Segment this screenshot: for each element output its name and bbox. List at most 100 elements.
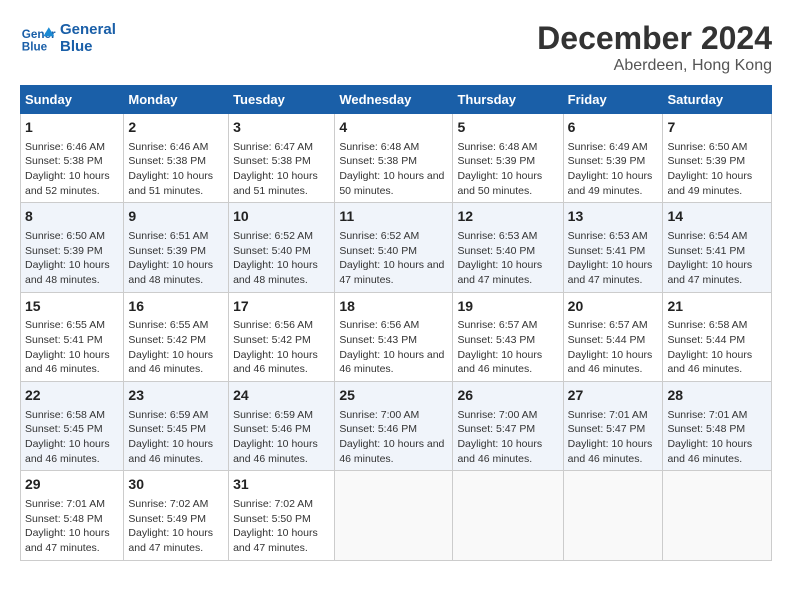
table-row: 29Sunrise: 7:01 AMSunset: 5:48 PMDayligh… [21,471,124,560]
day-info: Sunrise: 6:50 AMSunset: 5:39 PMDaylight:… [667,140,767,199]
day-number: 11 [339,207,448,227]
table-row: 28Sunrise: 7:01 AMSunset: 5:48 PMDayligh… [663,382,772,471]
table-row: 18Sunrise: 6:56 AMSunset: 5:43 PMDayligh… [335,292,453,381]
day-number: 14 [667,207,767,227]
page-subtitle: Aberdeen, Hong Kong [537,57,772,75]
table-row: 6Sunrise: 6:49 AMSunset: 5:39 PMDaylight… [563,114,663,203]
day-number: 4 [339,118,448,138]
day-info: Sunrise: 7:01 AMSunset: 5:48 PMDaylight:… [25,497,119,556]
header-row: Sunday Monday Tuesday Wednesday Thursday… [21,86,772,114]
table-row: 24Sunrise: 6:59 AMSunset: 5:46 PMDayligh… [229,382,335,471]
title-section: December 2024 Aberdeen, Hong Kong [537,20,772,75]
table-row: 15Sunrise: 6:55 AMSunset: 5:41 PMDayligh… [21,292,124,381]
calendar-week-row: 8Sunrise: 6:50 AMSunset: 5:39 PMDaylight… [21,203,772,292]
day-info: Sunrise: 6:57 AMSunset: 5:43 PMDaylight:… [457,318,558,377]
table-row: 25Sunrise: 7:00 AMSunset: 5:46 PMDayligh… [335,382,453,471]
day-info: Sunrise: 7:02 AMSunset: 5:49 PMDaylight:… [128,497,224,556]
day-info: Sunrise: 6:49 AMSunset: 5:39 PMDaylight:… [568,140,659,199]
day-info: Sunrise: 7:01 AMSunset: 5:48 PMDaylight:… [667,408,767,467]
day-info: Sunrise: 6:57 AMSunset: 5:44 PMDaylight:… [568,318,659,377]
table-row: 11Sunrise: 6:52 AMSunset: 5:40 PMDayligh… [335,203,453,292]
table-row: 12Sunrise: 6:53 AMSunset: 5:40 PMDayligh… [453,203,563,292]
table-row: 30Sunrise: 7:02 AMSunset: 5:49 PMDayligh… [124,471,229,560]
table-row: 4Sunrise: 6:48 AMSunset: 5:38 PMDaylight… [335,114,453,203]
day-number: 19 [457,297,558,317]
empty-cell [663,471,772,560]
day-info: Sunrise: 6:59 AMSunset: 5:45 PMDaylight:… [128,408,224,467]
day-number: 23 [128,386,224,406]
col-thursday: Thursday [453,86,563,114]
table-row: 5Sunrise: 6:48 AMSunset: 5:39 PMDaylight… [453,114,563,203]
calendar-week-row: 22Sunrise: 6:58 AMSunset: 5:45 PMDayligh… [21,382,772,471]
day-number: 12 [457,207,558,227]
day-info: Sunrise: 6:52 AMSunset: 5:40 PMDaylight:… [339,229,448,288]
day-number: 21 [667,297,767,317]
page-header: General Blue GeneralBlue December 2024 A… [20,20,772,75]
table-row: 19Sunrise: 6:57 AMSunset: 5:43 PMDayligh… [453,292,563,381]
day-number: 9 [128,207,224,227]
day-info: Sunrise: 6:53 AMSunset: 5:40 PMDaylight:… [457,229,558,288]
table-row: 13Sunrise: 6:53 AMSunset: 5:41 PMDayligh… [563,203,663,292]
col-sunday: Sunday [21,86,124,114]
day-info: Sunrise: 6:59 AMSunset: 5:46 PMDaylight:… [233,408,330,467]
empty-cell [563,471,663,560]
page-title: December 2024 [537,20,772,57]
day-number: 16 [128,297,224,317]
day-info: Sunrise: 6:54 AMSunset: 5:41 PMDaylight:… [667,229,767,288]
day-number: 27 [568,386,659,406]
col-saturday: Saturday [663,86,772,114]
table-row: 8Sunrise: 6:50 AMSunset: 5:39 PMDaylight… [21,203,124,292]
day-number: 30 [128,475,224,495]
day-number: 25 [339,386,448,406]
table-row: 31Sunrise: 7:02 AMSunset: 5:50 PMDayligh… [229,471,335,560]
day-info: Sunrise: 6:48 AMSunset: 5:39 PMDaylight:… [457,140,558,199]
table-row: 23Sunrise: 6:59 AMSunset: 5:45 PMDayligh… [124,382,229,471]
col-tuesday: Tuesday [229,86,335,114]
svg-text:Blue: Blue [22,41,48,54]
day-info: Sunrise: 6:48 AMSunset: 5:38 PMDaylight:… [339,140,448,199]
table-row: 17Sunrise: 6:56 AMSunset: 5:42 PMDayligh… [229,292,335,381]
day-number: 3 [233,118,330,138]
day-info: Sunrise: 6:53 AMSunset: 5:41 PMDaylight:… [568,229,659,288]
col-monday: Monday [124,86,229,114]
day-number: 13 [568,207,659,227]
day-number: 15 [25,297,119,317]
col-friday: Friday [563,86,663,114]
day-number: 1 [25,118,119,138]
day-number: 22 [25,386,119,406]
day-number: 5 [457,118,558,138]
calendar-table: Sunday Monday Tuesday Wednesday Thursday… [20,85,772,561]
table-row: 27Sunrise: 7:01 AMSunset: 5:47 PMDayligh… [563,382,663,471]
day-number: 10 [233,207,330,227]
day-info: Sunrise: 6:56 AMSunset: 5:42 PMDaylight:… [233,318,330,377]
day-info: Sunrise: 7:00 AMSunset: 5:47 PMDaylight:… [457,408,558,467]
table-row: 9Sunrise: 6:51 AMSunset: 5:39 PMDaylight… [124,203,229,292]
day-info: Sunrise: 6:46 AMSunset: 5:38 PMDaylight:… [128,140,224,199]
day-number: 2 [128,118,224,138]
empty-cell [453,471,563,560]
day-number: 7 [667,118,767,138]
day-number: 8 [25,207,119,227]
calendar-week-row: 15Sunrise: 6:55 AMSunset: 5:41 PMDayligh… [21,292,772,381]
logo: General Blue GeneralBlue [20,20,116,56]
table-row: 14Sunrise: 6:54 AMSunset: 5:41 PMDayligh… [663,203,772,292]
table-row: 21Sunrise: 6:58 AMSunset: 5:44 PMDayligh… [663,292,772,381]
day-info: Sunrise: 6:55 AMSunset: 5:41 PMDaylight:… [25,318,119,377]
day-number: 26 [457,386,558,406]
day-info: Sunrise: 7:02 AMSunset: 5:50 PMDaylight:… [233,497,330,556]
day-info: Sunrise: 6:47 AMSunset: 5:38 PMDaylight:… [233,140,330,199]
day-info: Sunrise: 7:01 AMSunset: 5:47 PMDaylight:… [568,408,659,467]
logo-text: GeneralBlue [60,21,116,56]
day-number: 6 [568,118,659,138]
day-info: Sunrise: 6:58 AMSunset: 5:45 PMDaylight:… [25,408,119,467]
day-info: Sunrise: 7:00 AMSunset: 5:46 PMDaylight:… [339,408,448,467]
day-info: Sunrise: 6:50 AMSunset: 5:39 PMDaylight:… [25,229,119,288]
table-row: 20Sunrise: 6:57 AMSunset: 5:44 PMDayligh… [563,292,663,381]
day-number: 17 [233,297,330,317]
day-info: Sunrise: 6:55 AMSunset: 5:42 PMDaylight:… [128,318,224,377]
logo-icon: General Blue [20,20,56,56]
day-info: Sunrise: 6:56 AMSunset: 5:43 PMDaylight:… [339,318,448,377]
calendar-week-row: 29Sunrise: 7:01 AMSunset: 5:48 PMDayligh… [21,471,772,560]
col-wednesday: Wednesday [335,86,453,114]
table-row: 22Sunrise: 6:58 AMSunset: 5:45 PMDayligh… [21,382,124,471]
